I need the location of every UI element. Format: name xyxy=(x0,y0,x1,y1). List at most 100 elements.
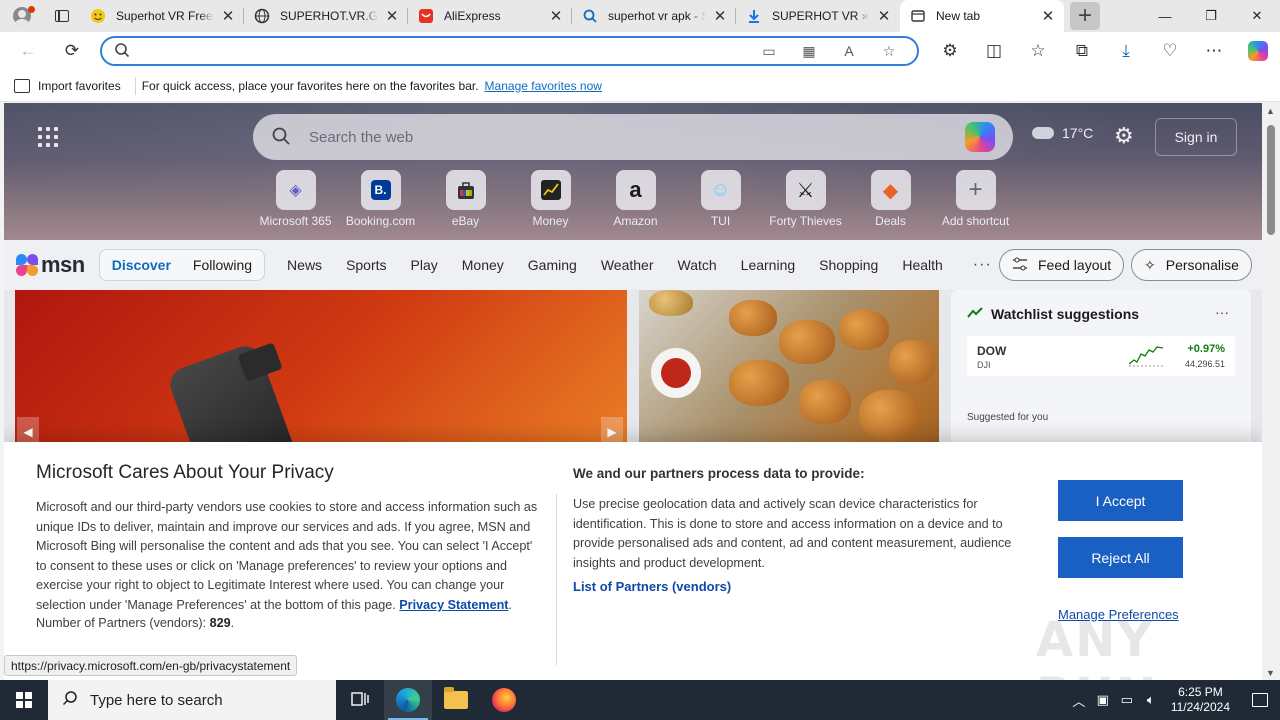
taskbar-search[interactable]: Type here to search xyxy=(48,680,336,720)
close-tab-icon[interactable]: ✕ xyxy=(384,8,400,25)
weather-widget[interactable]: 17°C xyxy=(1032,125,1093,141)
tab-actions-button[interactable] xyxy=(44,0,80,32)
read-aloud-icon[interactable]: A xyxy=(831,39,867,63)
browser-tab[interactable]: SUPERHOT VR » Cr ✕ xyxy=(736,0,900,32)
address-bar[interactable]: ▭ ▦ A ☆ xyxy=(100,36,919,66)
notifications-button[interactable] xyxy=(1240,693,1280,707)
sign-in-button[interactable]: Sign in xyxy=(1155,118,1237,156)
chevron-up-icon[interactable]: ︿ xyxy=(1067,691,1091,710)
nav-play[interactable]: Play xyxy=(399,257,450,273)
nav-shopping[interactable]: Shopping xyxy=(807,257,890,273)
back-icon[interactable]: ← xyxy=(10,35,46,67)
page-scrollbar[interactable]: ▲ ▼ xyxy=(1262,103,1280,681)
taskbar-clock[interactable]: 6:25 PM 11/24/2024 xyxy=(1171,685,1230,715)
partners-count: Number of Partners (vendors): 829. xyxy=(36,615,235,630)
nav-news[interactable]: News xyxy=(275,257,334,273)
scrollbar-thumb[interactable] xyxy=(1267,125,1275,235)
tab-title: Superhot VR Free D xyxy=(116,9,214,23)
shortcut-forty-thieves[interactable]: ⚔ Forty Thieves xyxy=(763,170,848,228)
restore-icon[interactable]: ❐ xyxy=(1188,0,1234,32)
nav-watch[interactable]: Watch xyxy=(666,257,729,273)
copilot-icon[interactable] xyxy=(1236,35,1280,67)
new-tab-button[interactable]: + xyxy=(1070,2,1100,30)
link-status-bar: https://privacy.microsoft.com/en-gb/priv… xyxy=(4,655,298,676)
browser-toolbar: ← ⟳ ▭ ▦ A ☆ ⚙ ◫ ☆ ⧉ ⤓ ♡ ⋯ xyxy=(0,32,1280,70)
reject-all-button[interactable]: Reject All xyxy=(1058,537,1183,578)
close-tab-icon[interactable]: ✕ xyxy=(712,8,728,25)
apps-icon[interactable]: ▦ xyxy=(791,39,827,63)
browser-tab-active[interactable]: New tab ✕ xyxy=(900,0,1064,32)
volume-icon[interactable]: 🔈︎ xyxy=(1139,692,1163,708)
privacy-consent-dialog: Microsoft Cares About Your Privacy Micro… xyxy=(4,442,1262,681)
taskbar-file-explorer[interactable] xyxy=(432,680,480,720)
web-search-box[interactable]: Search the web xyxy=(253,114,1013,160)
minimize-icon[interactable]: — xyxy=(1142,0,1188,32)
split-screen-icon[interactable]: ◫ xyxy=(972,35,1016,67)
personalise-button[interactable]: ✧ Personalise xyxy=(1131,249,1252,281)
nav-money[interactable]: Money xyxy=(450,257,516,273)
close-tab-icon[interactable]: ✕ xyxy=(1040,8,1056,25)
extensions-icon[interactable]: ⚙ xyxy=(928,35,972,67)
cast-icon[interactable]: ▭ xyxy=(751,39,787,63)
browser-tab[interactable]: SUPERHOT.VR.Gam ✕ xyxy=(244,0,408,32)
scroll-down-icon[interactable]: ▼ xyxy=(1266,668,1275,678)
more-menu-icon[interactable]: ⋯ xyxy=(1192,35,1236,67)
tab-following[interactable]: Following xyxy=(193,257,252,273)
accept-button[interactable]: I Accept xyxy=(1058,480,1183,521)
close-window-icon[interactable]: ✕ xyxy=(1234,0,1280,32)
browser-tab[interactable]: superhot vr apk - S ✕ xyxy=(572,0,736,32)
scroll-up-icon[interactable]: ▲ xyxy=(1266,106,1275,116)
close-tab-icon[interactable]: ✕ xyxy=(220,8,236,25)
device-icon[interactable]: ▣ xyxy=(1091,692,1115,708)
consent-purposes-body: Use precise geolocation data and activel… xyxy=(573,497,1012,570)
shortcut-microsoft-365[interactable]: ◈ Microsoft 365 xyxy=(253,170,338,228)
shortcut-ebay[interactable]: eBay xyxy=(423,170,508,228)
crossed-swords-icon: ⚔ xyxy=(785,170,826,210)
shortcut-money[interactable]: Money xyxy=(508,170,593,228)
taskbar-firefox[interactable] xyxy=(480,680,528,720)
msn-nav-bar: msn Discover Following News Sports Play … xyxy=(4,240,1262,290)
watchlist-more-icon[interactable]: ··· xyxy=(1215,304,1229,320)
newtab-icon xyxy=(910,8,926,24)
manage-favorites-link[interactable]: Manage favorites now xyxy=(485,79,602,93)
taskbar-edge[interactable] xyxy=(384,680,432,720)
feed-layout-button[interactable]: Feed layout xyxy=(999,249,1125,281)
msn-logo[interactable]: msn xyxy=(16,252,85,278)
favorite-star-icon[interactable]: ☆ xyxy=(871,39,907,63)
address-input[interactable] xyxy=(138,43,751,59)
shortcut-deals[interactable]: ◆ Deals xyxy=(848,170,933,228)
vendors-list-link[interactable]: List of Partners (vendors) xyxy=(573,579,1033,594)
nav-health[interactable]: Health xyxy=(890,257,954,273)
task-view-button[interactable] xyxy=(336,680,384,720)
shortcut-booking[interactable]: B. Booking.com xyxy=(338,170,423,228)
app-launcher-icon[interactable] xyxy=(38,127,58,147)
watchlist-row[interactable]: DOW DJI +0.97% 44,296.51 xyxy=(967,336,1235,376)
shortcut-add[interactable]: + Add shortcut xyxy=(933,170,1018,228)
browser-tab[interactable]: AliExpress ✕ xyxy=(408,0,572,32)
downloads-icon[interactable]: ⤓ xyxy=(1104,35,1148,67)
nav-sports[interactable]: Sports xyxy=(334,257,398,273)
copilot-icon[interactable] xyxy=(965,122,995,152)
nav-learning[interactable]: Learning xyxy=(729,257,808,273)
nav-more-icon[interactable]: ··· xyxy=(973,256,992,274)
refresh-icon[interactable]: ⟳ xyxy=(54,35,90,67)
start-button[interactable] xyxy=(0,680,48,720)
settings-gear-icon[interactable]: ⚙ xyxy=(1114,123,1134,149)
profile-button[interactable] xyxy=(0,0,44,32)
import-favorites-button[interactable]: Import favorites xyxy=(14,76,136,95)
network-icon[interactable]: ▭ xyxy=(1115,692,1139,708)
browser-tab[interactable]: Superhot VR Free D ✕ xyxy=(80,0,244,32)
shortcut-amazon[interactable]: a Amazon xyxy=(593,170,678,228)
collections-icon[interactable]: ⧉ xyxy=(1060,35,1104,67)
close-tab-icon[interactable]: ✕ xyxy=(876,8,892,25)
tab-discover[interactable]: Discover xyxy=(112,257,171,273)
tab-title: AliExpress xyxy=(444,9,501,23)
favorites-icon[interactable]: ☆ xyxy=(1016,35,1060,67)
privacy-statement-link[interactable]: Privacy Statement xyxy=(399,598,508,612)
performance-icon[interactable]: ♡ xyxy=(1148,35,1192,67)
tab-title: SUPERHOT VR » Cr xyxy=(772,9,870,23)
close-tab-icon[interactable]: ✕ xyxy=(548,8,564,25)
shortcut-tui[interactable]: ☺ TUI xyxy=(678,170,763,228)
nav-gaming[interactable]: Gaming xyxy=(516,257,589,273)
nav-weather[interactable]: Weather xyxy=(589,257,666,273)
